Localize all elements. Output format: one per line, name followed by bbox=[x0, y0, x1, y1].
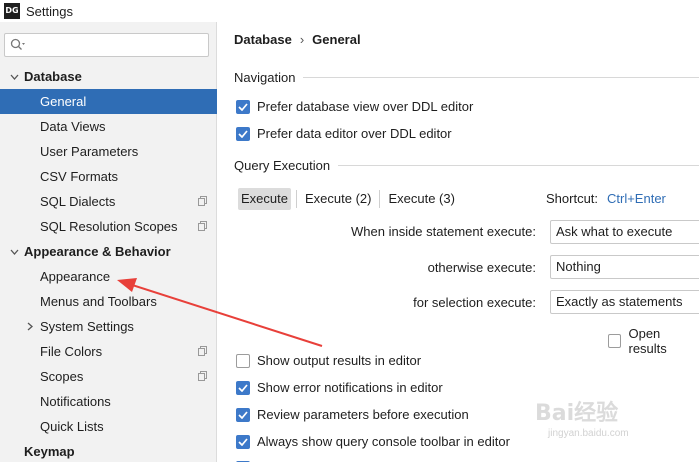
checkbox-label: Show output results in editor bbox=[257, 353, 422, 368]
tree-item-label: Data Views bbox=[40, 119, 106, 134]
checkbox-checked-icon[interactable] bbox=[236, 380, 250, 395]
tree-group-label: Database bbox=[24, 69, 82, 84]
breadcrumb-item: General bbox=[312, 32, 361, 47]
when-inside-label: When inside statement execute: bbox=[351, 224, 536, 239]
tab-execute[interactable]: Execute bbox=[238, 188, 291, 210]
execute-tabs: Execute Execute (2) Execute (3) bbox=[238, 188, 458, 210]
tree-item-label: Scopes bbox=[40, 369, 84, 384]
checkbox-review-parameters[interactable]: Review parameters before execution bbox=[236, 407, 469, 422]
tree-group-label: Appearance & Behavior bbox=[24, 244, 171, 259]
when-inside-select[interactable]: Ask what to execute bbox=[550, 220, 699, 244]
otherwise-label: otherwise execute: bbox=[427, 260, 536, 275]
tree-item-label: General bbox=[40, 94, 87, 109]
checkbox-checked-icon[interactable] bbox=[236, 407, 250, 422]
breadcrumb-item[interactable]: Database bbox=[234, 32, 292, 47]
checkbox-label: Review parameters before execution bbox=[257, 407, 469, 422]
tree-item-sql-resolution-scopes[interactable]: SQL Resolution Scopes bbox=[0, 214, 217, 239]
checkbox-label: Open results bbox=[628, 326, 667, 356]
search-icon bbox=[10, 38, 25, 50]
settings-tree: Database General Data Views User Paramet… bbox=[0, 64, 217, 462]
chevron-right-icon[interactable] bbox=[24, 314, 36, 339]
app-logo-icon: DG bbox=[4, 3, 20, 19]
section-navigation: Navigation bbox=[234, 70, 699, 85]
section-title: Navigation bbox=[234, 70, 296, 85]
breadcrumb: Database › General bbox=[234, 32, 361, 47]
checkbox-prefer-data-editor[interactable]: Prefer data editor over DDL editor bbox=[236, 126, 452, 141]
tree-item-general[interactable]: General bbox=[0, 89, 217, 114]
section-title: Query Execution bbox=[234, 158, 331, 173]
section-query-execution: Query Execution bbox=[234, 158, 699, 173]
checkbox-checked-icon[interactable] bbox=[236, 126, 250, 141]
tree-item-csv-formats[interactable]: CSV Formats bbox=[0, 164, 217, 189]
otherwise-select[interactable]: Nothing bbox=[550, 255, 699, 279]
checkbox-show-output-results[interactable]: Show output results in editor bbox=[236, 353, 421, 368]
watermark-logo: Bai经验 bbox=[535, 401, 619, 426]
window-title: Settings bbox=[26, 3, 73, 19]
tab-execute-2[interactable]: Execute (2) bbox=[302, 188, 374, 210]
breadcrumb-separator: › bbox=[299, 32, 305, 47]
tree-item-label: System Settings bbox=[40, 319, 134, 334]
tree-item-quick-lists[interactable]: Quick Lists bbox=[0, 414, 217, 439]
tree-item-label: User Parameters bbox=[40, 144, 139, 159]
tree-item-file-colors[interactable]: File Colors bbox=[0, 339, 217, 364]
project-settings-icon bbox=[198, 346, 207, 356]
shortcut-link[interactable]: Ctrl+Enter bbox=[607, 191, 666, 206]
tree-item-data-views[interactable]: Data Views bbox=[0, 114, 217, 139]
checkbox-always-show-console-toolbar[interactable]: Always show query console toolbar in edi… bbox=[236, 434, 510, 449]
tree-group-appearance-behavior[interactable]: Appearance & Behavior bbox=[0, 239, 217, 264]
tree-group-database[interactable]: Database bbox=[0, 64, 217, 89]
checkbox-checked-icon[interactable] bbox=[236, 434, 250, 449]
tree-item-label: SQL Dialects bbox=[40, 194, 116, 209]
chevron-down-icon[interactable] bbox=[8, 239, 20, 264]
tree-item-label: Appearance bbox=[40, 269, 111, 284]
project-settings-icon bbox=[198, 196, 207, 206]
settings-sidebar: Database General Data Views User Paramet… bbox=[0, 22, 217, 462]
title-bar: DG Settings bbox=[0, 0, 699, 22]
tree-item-label: Menus and Toolbars bbox=[40, 294, 157, 309]
tree-item-label: Quick Lists bbox=[40, 419, 104, 434]
tree-item-scopes[interactable]: Scopes bbox=[0, 364, 217, 389]
checkbox-prefer-database-view[interactable]: Prefer database view over DDL editor bbox=[236, 99, 473, 114]
tree-item-label: SQL Resolution Scopes bbox=[40, 219, 178, 234]
tree-item-notifications[interactable]: Notifications bbox=[0, 389, 217, 414]
tab-execute-3[interactable]: Execute (3) bbox=[385, 188, 457, 210]
checkbox-label: Always show query console toolbar in edi… bbox=[257, 434, 510, 449]
selection-select[interactable]: Exactly as statements bbox=[550, 290, 699, 314]
checkbox-label: Prefer database view over DDL editor bbox=[257, 99, 474, 114]
tree-item-system-settings[interactable]: System Settings bbox=[0, 314, 217, 339]
checkbox-unchecked-icon[interactable] bbox=[236, 353, 250, 368]
checkbox-open-results[interactable]: Open results bbox=[608, 326, 699, 356]
chevron-down-icon[interactable] bbox=[8, 64, 20, 89]
shortcut-label: Shortcut: bbox=[546, 191, 599, 206]
search-input[interactable] bbox=[4, 33, 209, 57]
tree-item-label: CSV Formats bbox=[40, 169, 119, 184]
project-settings-icon bbox=[198, 221, 207, 231]
watermark-url: jingyan.baidu.com bbox=[548, 428, 629, 439]
checkbox-show-error-notifications[interactable]: Show error notifications in editor bbox=[236, 380, 443, 395]
tree-group-keymap[interactable]: Keymap bbox=[0, 439, 217, 462]
project-settings-icon bbox=[198, 371, 207, 381]
checkbox-label: Prefer data editor over DDL editor bbox=[257, 126, 452, 141]
checkbox-checked-icon[interactable] bbox=[236, 99, 250, 114]
tree-item-sql-dialects[interactable]: SQL Dialects bbox=[0, 189, 217, 214]
tree-item-user-parameters[interactable]: User Parameters bbox=[0, 139, 217, 164]
checkbox-unchecked-icon[interactable] bbox=[608, 334, 622, 348]
checkbox-label: Show error notifications in editor bbox=[257, 380, 443, 395]
tree-item-label: File Colors bbox=[40, 344, 103, 359]
settings-content: Database › General Navigation Prefer dat… bbox=[218, 22, 699, 462]
tree-item-menus-and-toolbars[interactable]: Menus and Toolbars bbox=[0, 289, 217, 314]
tree-group-label: Keymap bbox=[24, 444, 75, 459]
tree-item-appearance[interactable]: Appearance bbox=[0, 264, 217, 289]
selection-label: for selection execute: bbox=[413, 295, 536, 310]
tree-item-label: Notifications bbox=[40, 394, 111, 409]
